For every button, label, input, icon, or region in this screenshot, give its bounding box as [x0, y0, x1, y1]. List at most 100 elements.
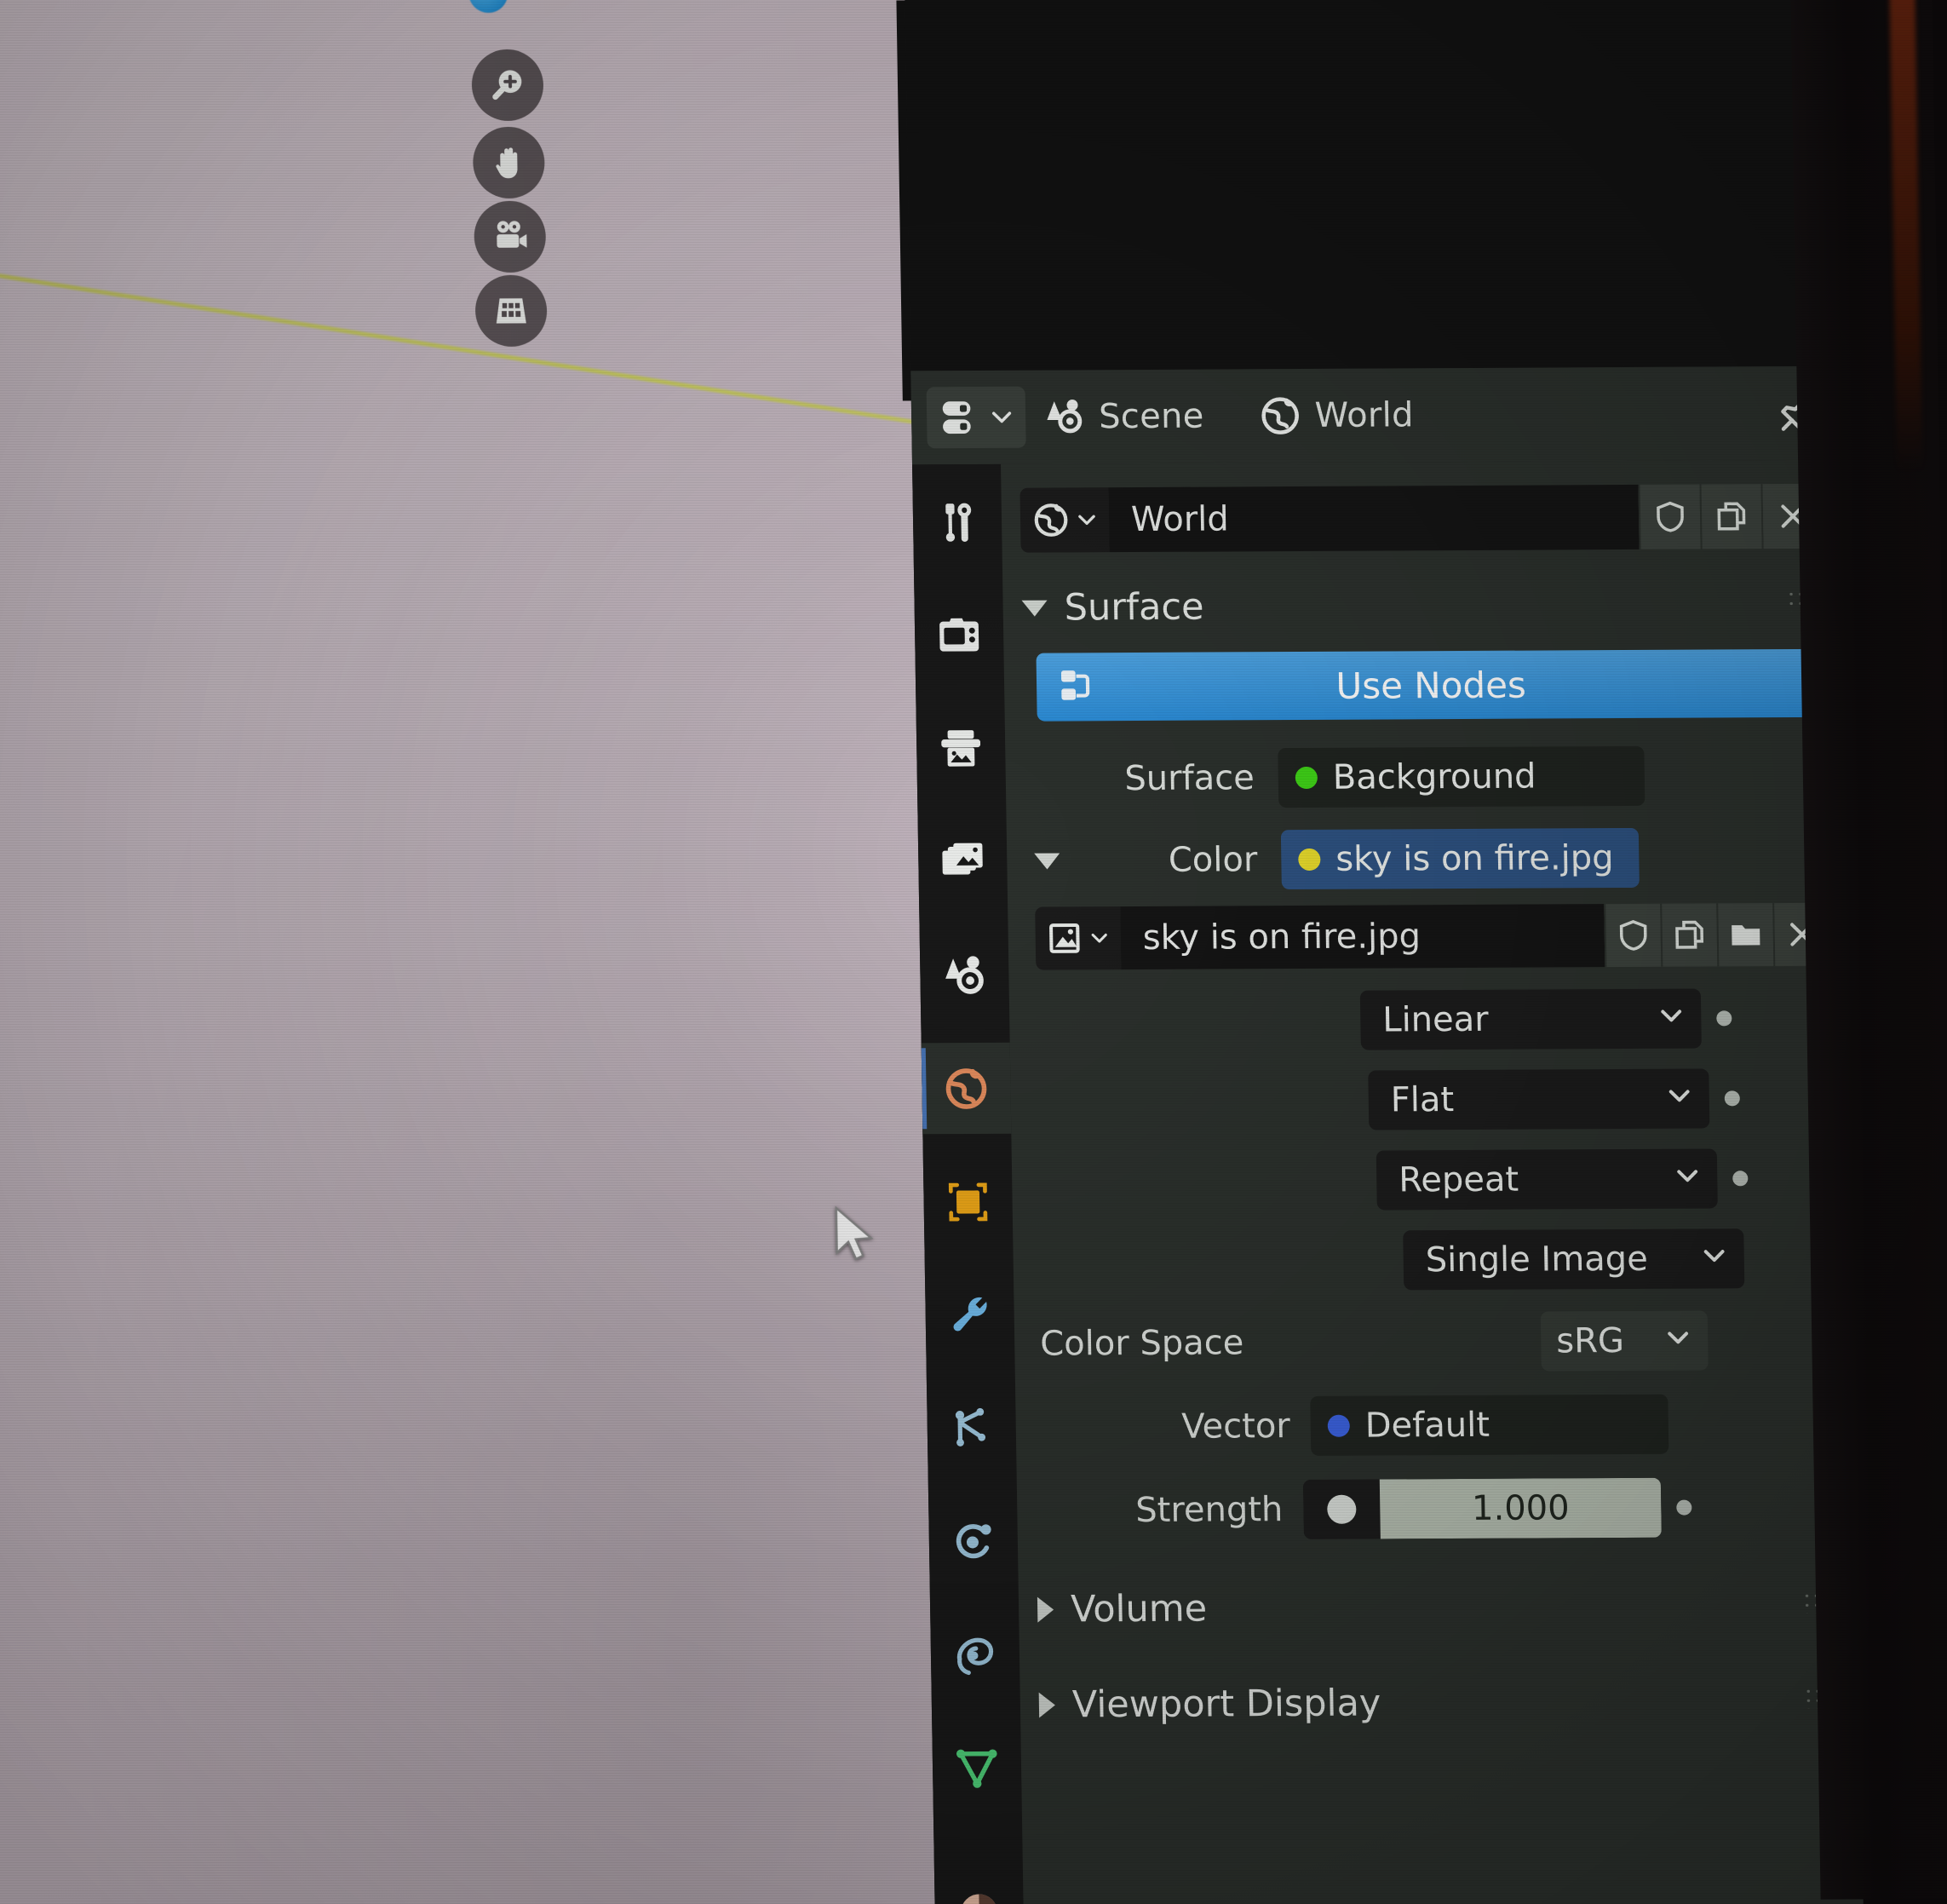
section-viewport-display-label: Viewport Display — [1071, 1682, 1381, 1727]
open-image-button[interactable] — [1716, 903, 1774, 967]
tab-material[interactable] — [934, 1867, 1025, 1904]
breadcrumb-world-label: World — [1314, 395, 1415, 435]
properties-header: Scene World — [910, 365, 1841, 465]
folder-icon — [1732, 925, 1760, 946]
world-datablock-row: World — [1019, 483, 1824, 553]
extension-dropdown[interactable]: Repeat — [1376, 1148, 1718, 1211]
constraint-icon — [956, 1637, 994, 1675]
gizmo-axis-dot-z[interactable] — [468, 0, 508, 14]
3d-viewport[interactable] — [0, 0, 1013, 1904]
scene-icon — [1047, 400, 1083, 434]
world-name-field[interactable]: World — [1108, 484, 1640, 553]
vector-label: Vector — [1180, 1406, 1291, 1447]
color-space-dropdown[interactable]: sRG — [1540, 1310, 1709, 1372]
color-space-label: Color Space — [1039, 1323, 1244, 1364]
surface-shader-label: Surface — [1124, 758, 1255, 799]
fake-user-button[interactable] — [1604, 903, 1662, 968]
strength-row: Strength 1.000 — [1036, 1470, 1839, 1548]
animate-property-dot[interactable] — [1716, 1010, 1732, 1027]
tab-constraints[interactable] — [930, 1609, 1020, 1701]
color-space-row: Color Space sRG — [1033, 1303, 1836, 1381]
copy-icon — [1675, 920, 1704, 949]
animate-property-dot[interactable] — [1732, 1171, 1749, 1187]
socket-dot-grey — [1302, 1479, 1381, 1539]
surface-shader-text: Background — [1332, 756, 1536, 797]
strength-value: 1.000 — [1379, 1477, 1662, 1539]
tab-world[interactable] — [921, 1042, 1012, 1135]
new-image-button[interactable] — [1660, 903, 1718, 967]
socket-dot-blue — [1327, 1414, 1351, 1437]
tab-particles[interactable] — [927, 1383, 1017, 1475]
source-row: Single Image — [1031, 1223, 1835, 1297]
copy-icon — [1717, 502, 1746, 531]
animate-property-dot[interactable] — [1676, 1499, 1692, 1516]
shield-icon — [1657, 501, 1684, 532]
section-volume[interactable]: Volume — [1037, 1569, 1840, 1647]
vector-value-text: Default — [1364, 1405, 1490, 1446]
tab-modifiers[interactable] — [925, 1269, 1015, 1361]
use-nodes-label: Use Nodes — [1335, 664, 1527, 707]
surface-shader-value[interactable]: Background — [1278, 745, 1645, 808]
animate-property-dot[interactable] — [1724, 1090, 1740, 1107]
tab-view-layer[interactable] — [918, 816, 1008, 908]
tab-object[interactable] — [923, 1156, 1014, 1248]
scene-icon — [945, 955, 984, 994]
screen-content: Scene World World Surface Use Nodes Surf… — [0, 0, 1947, 1904]
color-expand-chevron-icon[interactable] — [1034, 852, 1060, 870]
chevron-down-icon — [1021, 600, 1048, 617]
chevron-down-icon — [1663, 1321, 1693, 1360]
tab-render[interactable] — [914, 590, 1004, 682]
fake-user-button[interactable] — [1638, 484, 1701, 549]
chevron-down-icon — [1699, 1239, 1729, 1278]
editor-top-blank — [904, 0, 1840, 371]
editor-type-selector[interactable] — [926, 386, 1026, 449]
extension-row: Repeat — [1031, 1143, 1834, 1217]
browse-world-button[interactable] — [1019, 487, 1110, 553]
mesh-data-icon — [956, 1748, 997, 1788]
tab-data[interactable] — [932, 1723, 1022, 1815]
world-icon — [1034, 503, 1067, 537]
hand-icon[interactable] — [472, 126, 546, 199]
camera-icon[interactable] — [474, 200, 547, 273]
browse-image-button[interactable] — [1035, 906, 1122, 970]
images-icon — [942, 843, 983, 875]
printer-icon — [941, 729, 981, 767]
zoom-icon[interactable] — [471, 49, 544, 122]
use-nodes-button[interactable]: Use Nodes — [1036, 648, 1826, 722]
vector-row: Vector Default — [1034, 1387, 1837, 1464]
tab-physics[interactable] — [928, 1496, 1019, 1588]
new-world-button[interactable] — [1699, 484, 1762, 549]
vector-value-field[interactable]: Default — [1310, 1394, 1669, 1456]
tab-output[interactable] — [916, 703, 1006, 795]
object-icon — [948, 1182, 988, 1222]
color-value-text: sky is on fire.jpg — [1335, 838, 1614, 879]
projection-dropdown[interactable]: Flat — [1368, 1068, 1710, 1130]
breadcrumb-scene[interactable]: Scene — [1034, 394, 1213, 440]
section-viewport-display[interactable]: Viewport Display — [1038, 1665, 1841, 1742]
image-datablock-row: sky is on fire.jpg — [1035, 902, 1830, 970]
image-icon — [1048, 923, 1080, 953]
chevron-right-icon — [1037, 1596, 1054, 1623]
properties-editor: Scene World World Surface Use Nodes Surf… — [904, 0, 1864, 1904]
color-label: Color — [1168, 840, 1258, 880]
tab-scene[interactable] — [920, 929, 1010, 1021]
properties-panel-content: World Surface Use Nodes Surface Backgrou… — [1001, 459, 1864, 1904]
color-value-field[interactable]: sky is on fire.jpg — [1280, 827, 1640, 890]
section-surface[interactable]: Surface — [1021, 567, 1824, 645]
extension-value: Repeat — [1398, 1159, 1519, 1200]
grid-icon[interactable] — [474, 274, 548, 348]
nodetree-icon — [1055, 664, 1099, 716]
mouse-cursor — [835, 1205, 874, 1261]
strength-slider[interactable]: 1.000 — [1302, 1477, 1662, 1539]
color-input-row: Color sky is on fire.jpg — [1025, 821, 1829, 897]
breadcrumb-world[interactable]: World — [1249, 393, 1422, 438]
camera-back-icon — [939, 618, 979, 652]
interpolation-dropdown[interactable]: Linear — [1359, 988, 1702, 1050]
socket-dot-yellow — [1298, 848, 1321, 871]
interpolation-row: Linear — [1028, 983, 1831, 1057]
chevron-down-icon — [1077, 515, 1095, 526]
tab-tool[interactable] — [912, 476, 1002, 568]
physics-icon — [956, 1523, 991, 1558]
image-name-field[interactable]: sky is on fire.jpg — [1120, 904, 1605, 970]
source-dropdown[interactable]: Single Image — [1403, 1228, 1745, 1291]
